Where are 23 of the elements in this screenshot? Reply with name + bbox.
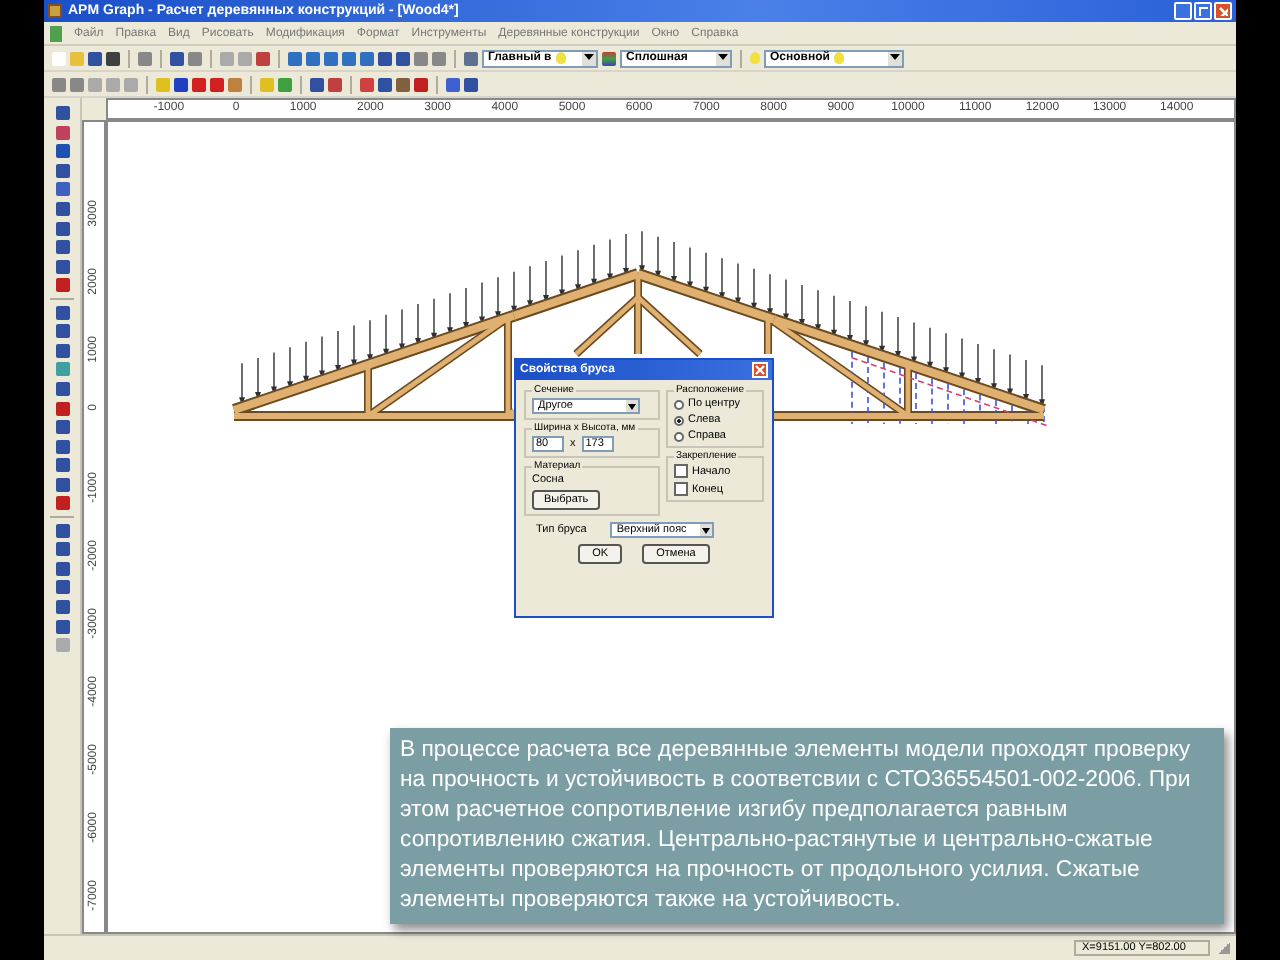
close-button[interactable] (752, 362, 768, 378)
checkbox[interactable] (674, 464, 688, 478)
bulb-icon (750, 52, 760, 64)
radio-button[interactable] (674, 431, 684, 441)
caret-icon (700, 524, 713, 536)
radio-button[interactable] (674, 415, 684, 425)
layer-icon[interactable] (464, 51, 478, 65)
bulb-icon (833, 52, 844, 64)
bulb-icon (555, 52, 566, 64)
checkbox[interactable] (674, 482, 688, 496)
caret-icon (582, 51, 596, 65)
caret-icon (626, 400, 638, 412)
line-type-icon[interactable] (602, 51, 616, 65)
caret-icon (888, 51, 902, 65)
caption-text: В процессе расчета все деревянные элементы модели проходят проверку на прочность и устойчивость в соответсвии с СТО36554501-002-2006. При этом расчетное сопротивление изгибу предполагается равным сопротивлению сжатия. Центрально-растянутые и центрально-сжатые элементы проверяются на прочность от продольного усилия. Сжатые элементы проверяются также на устойчивость. (400, 736, 1193, 916)
app-icon (48, 4, 62, 18)
radio-button[interactable] (674, 399, 684, 409)
document-icon (50, 25, 62, 41)
maximize-button[interactable] (1194, 2, 1212, 20)
minimize-button[interactable] (1174, 2, 1192, 20)
resize-grip-icon (1218, 942, 1230, 954)
caret-icon (716, 51, 730, 65)
close-button[interactable] (1214, 2, 1232, 20)
